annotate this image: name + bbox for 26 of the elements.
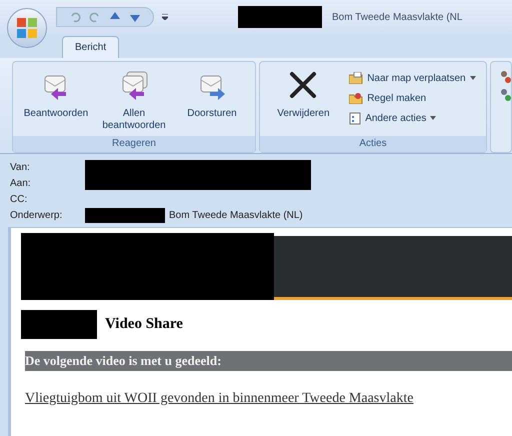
folder-icon — [349, 92, 364, 104]
section-bar: De volgende video is met u gedeeld: — [25, 351, 512, 371]
ribbon-button[interactable]: Doorsturen — [179, 62, 245, 120]
document-icon — [349, 112, 362, 124]
window-title: Bom Tweede Maasvlakte (NL — [332, 10, 462, 24]
x-mark-icon — [288, 70, 318, 100]
ribbon-button[interactable]: Beantwoorden — [23, 62, 89, 120]
field-label: Onderwerp: — [10, 209, 64, 223]
office-logo-icon — [16, 17, 38, 39]
video-share-heading: Video Share — [105, 315, 183, 334]
subject-text: Bom Tweede Maasvlakte (NL) — [169, 209, 303, 223]
ribbon-menu-button[interactable]: Naar map verplaatsen — [349, 68, 476, 88]
field-label: Van: — [10, 161, 31, 175]
customize-arrow-icon[interactable] — [162, 14, 168, 20]
office-button[interactable] — [7, 8, 47, 48]
ribbon-tab[interactable]: Bericht — [62, 36, 120, 58]
field-label: Aan: — [10, 177, 32, 191]
ribbon-button[interactable]: Verwijderen — [270, 62, 336, 120]
ribbon-button[interactable]: Allen beantwoorden — [101, 62, 167, 132]
group-label: Reageren — [13, 136, 255, 152]
ribbon-menu-button[interactable]: Andere acties — [349, 108, 476, 128]
folder-icon — [349, 72, 364, 84]
group-label: Acties — [260, 136, 486, 152]
video-link[interactable]: Vliegtuigbom uit WOII gevonden in binnenmeer Tweede Maasvlakte — [25, 388, 512, 409]
ribbon-menu-button[interactable]: Regel maken — [349, 88, 476, 108]
field-label: CC: — [10, 193, 28, 207]
